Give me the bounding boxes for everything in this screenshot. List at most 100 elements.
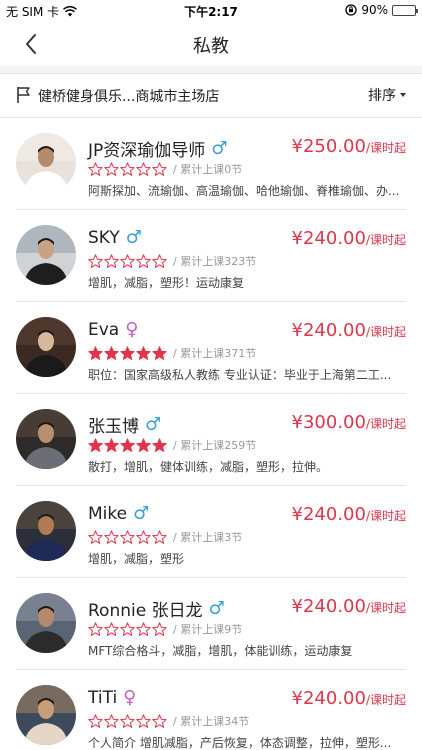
avatar-image (16, 133, 76, 193)
star-outline-icon (104, 253, 119, 268)
coach-avatar (16, 501, 76, 561)
sort-button[interactable]: 排序 (368, 85, 406, 105)
coach-name: SKY (88, 228, 120, 248)
star-outline-icon (120, 713, 135, 728)
star-filled-icon (104, 345, 119, 360)
price-box: ¥250.00/课时起 (292, 136, 406, 157)
price-box: ¥240.00/课时起 (292, 688, 406, 709)
star-outline-icon (136, 713, 151, 728)
star-outline-icon (120, 621, 135, 636)
price: ¥240.00 (291, 320, 366, 341)
coach-tags: MFT综合格斗，减脂，增肌，体能训练，运动康复 (88, 644, 353, 658)
flag-icon (17, 87, 30, 103)
coach-name: JP资深瑜伽导师 (88, 141, 206, 161)
gender-icon: ♂ (208, 597, 225, 619)
lesson-count: / 累计上课3节 (173, 531, 243, 544)
star-outline-icon (136, 529, 151, 544)
gender-icon: ♂ (125, 227, 142, 248)
star-outline-icon (104, 161, 119, 176)
avatar-image (16, 225, 76, 285)
coach-row[interactable]: 张玉博 ♂ ¥300.00/课时起 / 累计上课259节 散打，增肌，健体训练，… (0, 394, 422, 486)
section-divider (0, 66, 422, 74)
coach-row[interactable]: Mike ♂ ¥240.00/课时起 / 累计上课3节 增肌，减脂，塑形 (0, 486, 422, 578)
status-right: 90% (345, 3, 418, 17)
price-unit: /课时起 (365, 417, 406, 431)
meta-line: / 累计上课9节 (88, 621, 242, 637)
price-unit: /课时起 (365, 325, 406, 339)
lesson-count: / 累计上课259节 (173, 439, 257, 452)
coach-name: Eva (88, 320, 120, 340)
coach-avatar (16, 409, 76, 469)
coach-avatar (16, 685, 76, 745)
star-filled-icon (152, 437, 167, 452)
meta-line: / 累计上课371节 (88, 345, 256, 361)
star-outline-icon (136, 161, 151, 176)
price-box: ¥300.00/课时起 (292, 412, 406, 433)
star-outline-icon (136, 253, 151, 268)
star-outline-icon (152, 253, 167, 268)
price: ¥300.00 (291, 412, 366, 433)
price-unit: /课时起 (365, 601, 406, 615)
rating-stars (88, 437, 167, 453)
coach-tags: 增肌，减脂，塑形！运动康复 (88, 276, 245, 290)
coach-tags: 散打，增肌，健体训练，减脂，塑形，拉伸。 (88, 460, 329, 474)
avatar-image (16, 685, 76, 745)
star-filled-icon (136, 345, 151, 360)
sort-label: 排序 (368, 88, 396, 104)
coach-row[interactable]: JP资深瑜伽导师 ♂ ¥250.00/课时起 / 累计上课0节 阿斯探加、流瑜伽… (0, 118, 422, 210)
star-outline-icon (88, 621, 103, 636)
star-outline-icon (88, 713, 103, 728)
coach-name: Mike (88, 504, 128, 524)
price-unit: /课时起 (365, 141, 406, 155)
gender-icon: ♂ (133, 503, 150, 524)
store-name[interactable]: 健桥健身俱乐...商城市主场店 (38, 86, 219, 106)
name-line: Mike ♂ (88, 504, 149, 524)
battery-percent: 90% (361, 3, 388, 17)
coach-avatar (16, 593, 76, 653)
star-outline-icon (152, 713, 167, 728)
price-unit: /课时起 (365, 509, 406, 523)
price: ¥240.00 (291, 596, 366, 617)
coach-list: JP资深瑜伽导师 ♂ ¥250.00/课时起 / 累计上课0节 阿斯探加、流瑜伽… (0, 118, 422, 750)
coach-avatar (16, 133, 76, 193)
lesson-count: / 累计上课323节 (173, 255, 257, 268)
lesson-count: / 累计上课34节 (173, 715, 250, 728)
star-outline-icon (120, 161, 135, 176)
rating-stars (88, 621, 167, 637)
avatar-image (16, 317, 76, 377)
coach-tags: 阿斯探加、流瑜伽、高温瑜伽、哈他瑜伽、脊椎瑜伽、办... (88, 184, 400, 198)
name-line: JP资深瑜伽导师 ♂ (88, 136, 227, 161)
store-selector: 健桥健身俱乐...商城市主场店 排序 (0, 74, 422, 118)
rating-stars (88, 529, 167, 545)
avatar-image (16, 409, 76, 469)
price: ¥240.00 (291, 228, 366, 249)
meta-line: / 累计上课3节 (88, 529, 242, 545)
price-box: ¥240.00/课时起 (292, 504, 406, 525)
rating-stars (88, 161, 167, 177)
page-title: 私教 (193, 36, 229, 57)
coach-row[interactable]: Eva ♀ ¥240.00/课时起 / 累计上课371节 职位：国家高级私人教练… (0, 302, 422, 394)
coach-avatar (16, 225, 76, 285)
coach-name: 张玉博 (88, 417, 139, 437)
coach-row[interactable]: SKY ♂ ¥240.00/课时起 / 累计上课323节 增肌，减脂，塑形！运动… (0, 210, 422, 302)
star-filled-icon (120, 345, 135, 360)
star-outline-icon (120, 529, 135, 544)
star-outline-icon (104, 529, 119, 544)
star-outline-icon (152, 621, 167, 636)
star-outline-icon (88, 529, 103, 544)
coach-row[interactable]: TiTi ♀ ¥240.00/课时起 / 累计上课34节 个人简介 增肌减脂，产… (0, 670, 422, 750)
rating-stars (88, 345, 167, 361)
star-filled-icon (136, 437, 151, 452)
status-bar: 无 SIM 卡 下午2:17 90% (0, 0, 422, 22)
coach-row[interactable]: Ronnie 张日龙 ♂ ¥240.00/课时起 / 累计上课9节 MFT综合格… (0, 578, 422, 670)
rotation-lock-icon (345, 4, 357, 16)
price-box: ¥240.00/课时起 (292, 320, 406, 341)
coach-name: Ronnie 张日龙 (88, 601, 203, 621)
price-unit: /课时起 (365, 693, 406, 707)
name-line: Ronnie 张日龙 ♂ (88, 596, 225, 621)
star-filled-icon (152, 345, 167, 360)
rating-stars (88, 713, 167, 729)
avatar-image (16, 501, 76, 561)
star-filled-icon (104, 437, 119, 452)
star-filled-icon (120, 437, 135, 452)
